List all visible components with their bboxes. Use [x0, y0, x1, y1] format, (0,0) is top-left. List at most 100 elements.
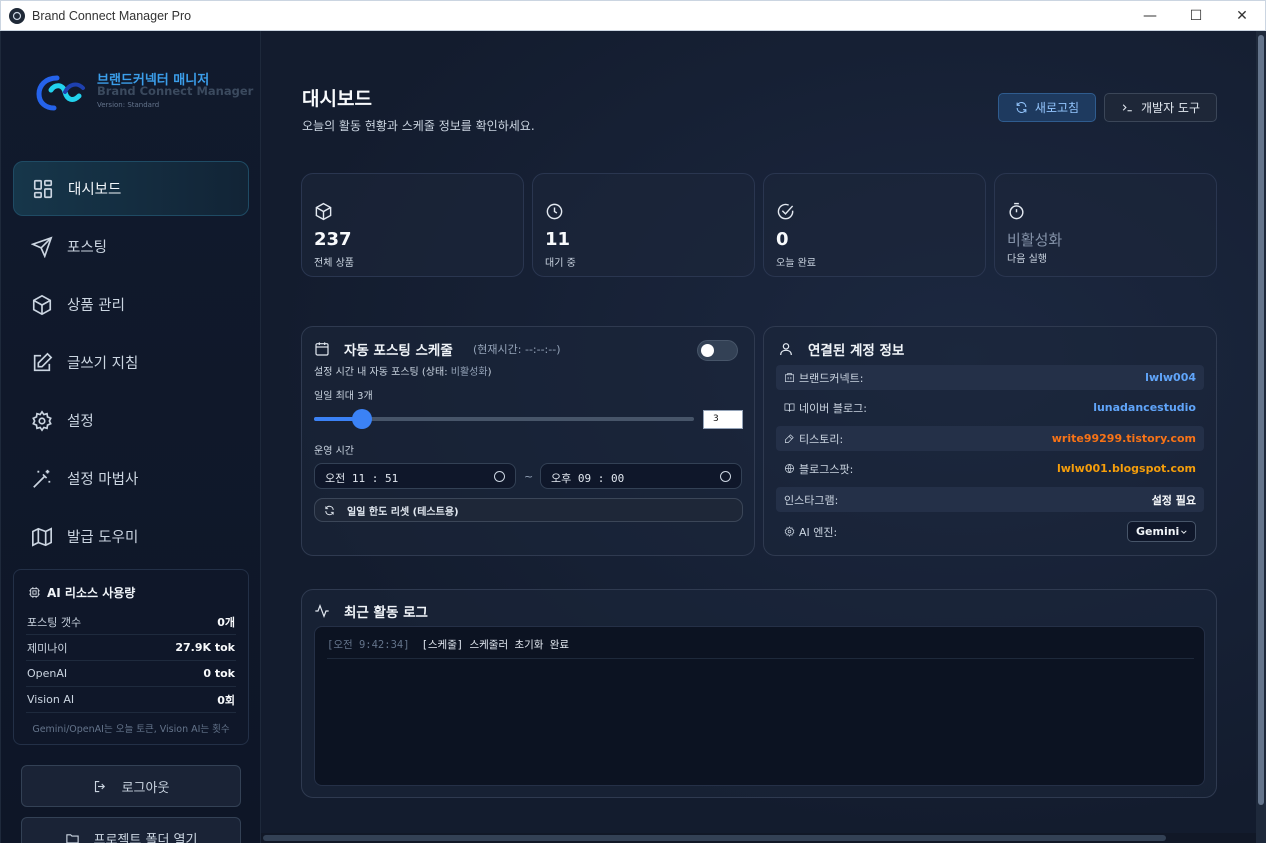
sidebar-item-label: 포스팅: [67, 240, 108, 256]
dashboard-icon: [33, 179, 53, 198]
sidebar-item-setup-wizard[interactable]: 설정 마법사: [13, 451, 249, 506]
daily-max-slider-thumb[interactable]: [352, 409, 372, 429]
vertical-scrollbar[interactable]: [1256, 31, 1266, 843]
stat-value: 비활성화: [1007, 231, 1063, 249]
logo-version: Version: Standard: [97, 101, 160, 109]
account-label: 인스타그램:: [784, 493, 839, 507]
timer-icon: [1009, 202, 1024, 220]
clock-icon: [720, 471, 731, 482]
sidebar-item-writing-guide[interactable]: 글쓰기 지침: [13, 335, 249, 390]
daily-max-input[interactable]: 3: [703, 410, 743, 429]
refresh-label: 새로고침: [1034, 101, 1080, 115]
dev-tools-button[interactable]: 개발자 도구: [1104, 93, 1217, 122]
toggle-knob: [701, 344, 714, 357]
ai-usage-value: 27.9K tok: [175, 641, 235, 654]
globe-icon: [785, 464, 794, 474]
check-circle-icon: [777, 203, 794, 220]
accounts-title: 연결된 계정 정보: [808, 343, 905, 359]
gear-icon: [32, 409, 52, 432]
account-row-tistory: 티스토리: write99299.tistory.com: [776, 426, 1204, 451]
window-titlebar: Brand Connect Manager Pro — ☐ ✕: [0, 0, 1266, 31]
activity-icon: [315, 603, 329, 619]
stat-card-waiting: 11 대기 중: [532, 173, 755, 277]
close-button[interactable]: ✕: [1219, 1, 1265, 31]
ai-usage-value: 0 tok: [203, 667, 235, 680]
schedule-toggle[interactable]: [697, 340, 738, 361]
sidebar-item-dashboard[interactable]: 대시보드: [13, 161, 249, 216]
schedule-desc: 설정 시간 내 자동 포스팅 (상태: 비활성화): [314, 363, 491, 378]
sidebar-nav: 대시보드 포스팅 상품 관리 글쓰기 지침 설정 설정 마법사 발급 도우미: [13, 161, 249, 567]
minimize-button[interactable]: —: [1127, 1, 1173, 31]
sidebar-item-settings[interactable]: 설정: [13, 393, 249, 448]
ai-usage-value: 0개: [217, 615, 235, 629]
scrollbar-thumb[interactable]: [263, 835, 1166, 841]
daily-limit-reset-button[interactable]: 일일 한도 리셋 (테스트용): [314, 498, 743, 522]
window-title: Brand Connect Manager Pro: [32, 8, 192, 23]
magic-wand-icon: [33, 469, 51, 488]
ai-usage-label: Vision AI: [27, 693, 75, 706]
logout-button[interactable]: 로그아웃: [21, 765, 241, 807]
refresh-button[interactable]: 새로고침: [998, 93, 1096, 122]
open-folder-label: 프로젝트 폴더 열기: [93, 832, 198, 843]
start-time-input[interactable]: 오전 11 : 51: [314, 463, 516, 489]
app-icon: [9, 7, 25, 24]
account-value[interactable]: lunadancestudio: [1093, 401, 1196, 414]
user-icon: [780, 343, 792, 356]
stat-label: 오늘 완료: [776, 258, 816, 269]
account-label: 브랜드커넥트:: [799, 371, 864, 385]
ai-usage-value: 0회: [217, 693, 235, 707]
schedule-panel: 자동 포스팅 스케줄 (현재시간: --:--:--) 설정 시간 내 자동 포…: [301, 326, 755, 556]
log-entry: [오전 9:42:34] [스케줄] 스케줄러 초기화 완료: [327, 637, 1194, 659]
page-subtitle: 오늘의 활동 현황과 스케줄 정보를 확인하세요.: [302, 119, 535, 133]
schedule-desc-suffix: ): [487, 367, 492, 378]
clock-icon: [494, 471, 505, 482]
time-separator: ~: [524, 470, 534, 483]
horizontal-scrollbar[interactable]: [261, 833, 1256, 843]
gear-icon: [784, 526, 795, 537]
sidebar-item-label: 대시보드: [68, 182, 122, 198]
operation-time-label: 운영 시간: [314, 446, 354, 457]
refresh-icon: [1016, 102, 1027, 113]
sidebar: 브랜드커넥터 매니저 Brand Connect Manager Version…: [0, 31, 261, 843]
clock-icon: [546, 203, 563, 220]
stat-value: 11: [545, 229, 571, 250]
sidebar-item-issue-helper[interactable]: 발급 도우미: [13, 509, 249, 564]
schedule-desc-prefix: 설정 시간 내 자동 포스팅 (상태:: [314, 367, 451, 378]
maximize-button[interactable]: ☐: [1173, 1, 1219, 31]
account-row-ai-engine: AI 엔진: Gemini: [776, 519, 1204, 544]
account-row-brandconnect: 브랜드커넥트: lwlw004: [776, 365, 1204, 390]
ai-usage-title: AI 리소스 사용량: [47, 586, 136, 600]
start-time-value: 오전 11 : 51: [325, 472, 399, 485]
sidebar-item-label: 상품 관리: [67, 298, 125, 314]
sidebar-item-products[interactable]: 상품 관리: [13, 277, 249, 332]
stat-value: 237: [314, 229, 352, 250]
calendar-icon: [315, 342, 329, 356]
ai-usage-note: Gemini/OpenAI는 오늘 토큰, Vision AI는 횟수: [32, 724, 230, 735]
map-icon: [32, 526, 52, 547]
sidebar-item-posting[interactable]: 포스팅: [13, 219, 249, 274]
stat-card-total-products: 237 전체 상품: [301, 173, 524, 277]
stat-label: 대기 중: [545, 258, 576, 269]
log-box[interactable]: [오전 9:42:34] [스케줄] 스케줄러 초기화 완료: [314, 626, 1205, 786]
log-title: 최근 활동 로그: [344, 605, 428, 621]
ai-engine-select[interactable]: Gemini: [1127, 521, 1196, 542]
page-title: 대시보드: [302, 88, 372, 110]
end-time-value: 오후 09 : 00: [551, 472, 625, 485]
sidebar-item-label: 발급 도우미: [67, 530, 139, 546]
account-value[interactable]: write99299.tistory.com: [1052, 432, 1196, 445]
log-message: [스케줄] 스케줄러 초기화 완료: [421, 639, 570, 651]
scrollbar-thumb[interactable]: [1258, 35, 1264, 805]
ai-usage-row: 제미나이 27.9K tok: [26, 635, 236, 661]
account-row-naver-blog: 네이버 블로그: lunadancestudio: [776, 395, 1204, 420]
chevron-down-icon: [1181, 529, 1187, 534]
end-time-input[interactable]: 오후 09 : 00: [540, 463, 742, 489]
account-value[interactable]: lwlw001.blogspot.com: [1057, 462, 1196, 475]
open-project-folder-button[interactable]: 프로젝트 폴더 열기: [21, 817, 241, 843]
sidebar-item-label: 설정 마법사: [67, 472, 139, 488]
logo-mark-icon: [36, 75, 85, 111]
account-value[interactable]: lwlw004: [1145, 371, 1196, 384]
brand-logo: 브랜드커넥터 매니저 Brand Connect Manager Version…: [35, 68, 253, 118]
refresh-icon: [325, 505, 334, 515]
account-value: 설정 필요: [1151, 493, 1196, 507]
logout-label: 로그아웃: [121, 780, 170, 796]
